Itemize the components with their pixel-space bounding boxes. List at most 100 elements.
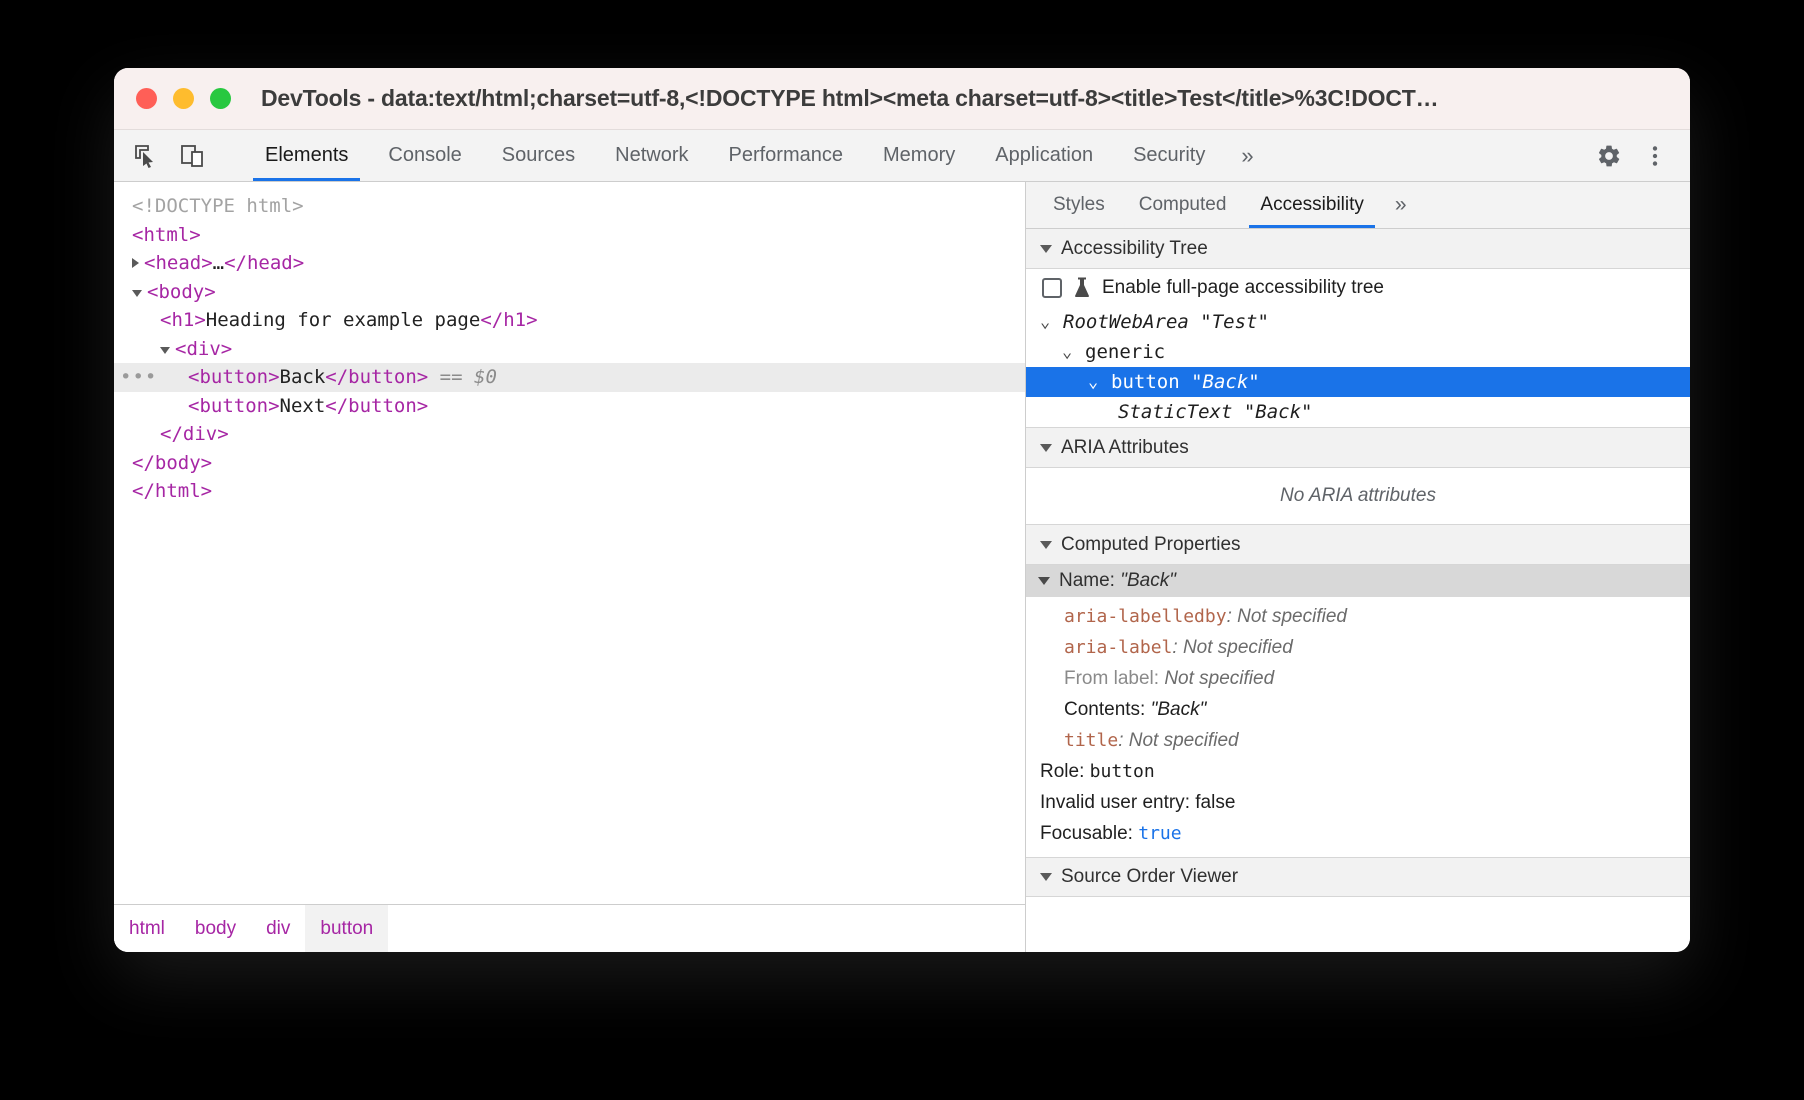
dom-tree[interactable]: <!DOCTYPE html> <html> <head>…</head> <b… xyxy=(114,182,1025,904)
zoom-window-button[interactable] xyxy=(210,88,231,109)
collapse-triangle-icon xyxy=(1040,444,1052,452)
property-key: aria-labelledby xyxy=(1064,606,1227,627)
property-value: "Back" xyxy=(1151,699,1207,720)
elements-panel: <!DOCTYPE html> <html> <head>…</head> <b… xyxy=(114,182,1026,952)
dom-line[interactable]: <body> xyxy=(114,278,1025,307)
tab-elements[interactable]: Elements xyxy=(245,130,368,181)
dom-tag-close: </button> xyxy=(325,395,428,417)
dom-line[interactable]: <h1>Heading for example page</h1> xyxy=(114,306,1025,335)
inspect-cursor-icon[interactable] xyxy=(126,136,166,176)
chevron-down-icon[interactable]: ⌄ xyxy=(1088,374,1104,391)
dom-tag-close: </body> xyxy=(132,452,212,474)
property-key: From label xyxy=(1064,668,1154,689)
computed-row-invalid-user-entry: Invalid user entry: false xyxy=(1026,787,1690,818)
computed-name-label: Name: xyxy=(1059,570,1115,592)
dom-dollar-zero: $0 xyxy=(474,366,497,388)
property-value: Not specified xyxy=(1183,637,1293,658)
close-window-button[interactable] xyxy=(136,88,157,109)
tab-memory[interactable]: Memory xyxy=(863,130,975,181)
dom-line[interactable]: <div> xyxy=(114,335,1025,364)
devtools-main-toolbar: Elements Console Sources Network Perform… xyxy=(114,130,1690,182)
property-value: Not specified xyxy=(1164,668,1274,689)
breadcrumb-item-button[interactable]: button xyxy=(305,905,388,952)
dom-line[interactable]: <head>…</head> xyxy=(114,249,1025,278)
dom-line[interactable]: <html> xyxy=(114,221,1025,250)
computed-row-aria-label: aria-label: Not specified xyxy=(1026,632,1690,663)
computed-row-focusable: Focusable: true xyxy=(1026,818,1690,849)
dom-line[interactable]: <button>Next</button> xyxy=(114,392,1025,421)
aria-attributes-body: No ARIA attributes xyxy=(1026,468,1690,525)
dom-line-selected[interactable]: •••<button>Back</button> == $0 xyxy=(114,363,1025,392)
panel-tabs: Elements Console Sources Network Perform… xyxy=(245,130,1270,181)
tab-network[interactable]: Network xyxy=(595,130,708,181)
computed-row-title: title: Not specified xyxy=(1026,725,1690,756)
computed-properties-header[interactable]: Computed Properties xyxy=(1026,525,1690,565)
source-order-viewer-title: Source Order Viewer xyxy=(1061,866,1238,888)
window-title: DevTools - data:text/html;charset=utf-8,… xyxy=(261,85,1438,112)
flask-icon xyxy=(1072,277,1092,299)
dom-text-node: Back xyxy=(280,366,326,388)
property-value: button xyxy=(1090,761,1155,782)
ax-node-button-selected[interactable]: ⌄ button "Back" xyxy=(1026,367,1690,397)
dom-text-node: Next xyxy=(280,395,326,417)
accessibility-tree-header[interactable]: Accessibility Tree xyxy=(1026,229,1690,269)
enable-full-page-ax-tree-checkbox[interactable] xyxy=(1042,278,1062,298)
dom-ellipsis: … xyxy=(213,252,224,274)
tab-application[interactable]: Application xyxy=(975,130,1113,181)
computed-properties-title: Computed Properties xyxy=(1061,534,1241,556)
traffic-light-buttons xyxy=(136,88,231,109)
device-toolbar-icon[interactable] xyxy=(172,136,212,176)
source-order-viewer-header[interactable]: Source Order Viewer xyxy=(1026,857,1690,897)
aria-attributes-header[interactable]: ARIA Attributes xyxy=(1026,428,1690,468)
dom-tag-close: </button> xyxy=(325,366,428,388)
devtools-body: <!DOCTYPE html> <html> <head>…</head> <b… xyxy=(114,182,1690,952)
more-tabs-icon[interactable]: » xyxy=(1225,130,1269,181)
ax-node-role: RootWebArea xyxy=(1063,311,1189,333)
breadcrumb-item-body[interactable]: body xyxy=(180,905,251,952)
accessibility-tree-body: Enable full-page accessibility tree ⌄ Ro… xyxy=(1026,269,1690,428)
ax-node-name: "Test" xyxy=(1200,311,1269,333)
sidebar-more-tabs-icon[interactable]: » xyxy=(1381,182,1421,228)
enable-full-page-ax-tree-row[interactable]: Enable full-page accessibility tree xyxy=(1026,269,1690,307)
tab-sources[interactable]: Sources xyxy=(482,130,595,181)
node-badge-ellipsis-icon[interactable]: ••• xyxy=(120,363,157,392)
aria-attributes-title: ARIA Attributes xyxy=(1061,437,1189,459)
gear-icon[interactable] xyxy=(1588,135,1630,177)
dom-line[interactable]: </html> xyxy=(114,477,1025,506)
tab-security[interactable]: Security xyxy=(1113,130,1225,181)
toolbar-right-icons xyxy=(1588,130,1690,181)
tab-styles[interactable]: Styles xyxy=(1036,182,1122,228)
collapse-triangle-icon xyxy=(1040,541,1052,549)
tab-console[interactable]: Console xyxy=(368,130,481,181)
dom-tag-open: <div> xyxy=(175,338,232,360)
collapse-triangle-icon[interactable] xyxy=(132,290,142,297)
kebab-menu-icon[interactable] xyxy=(1634,135,1676,177)
breadcrumb-item-html[interactable]: html xyxy=(114,905,180,952)
dom-tag-open: <h1> xyxy=(160,309,206,331)
ax-node-statictext[interactable]: StaticText "Back" xyxy=(1026,397,1690,427)
tab-accessibility[interactable]: Accessibility xyxy=(1243,182,1380,228)
collapse-triangle-icon[interactable] xyxy=(160,347,170,354)
breadcrumb-item-div[interactable]: div xyxy=(251,905,305,952)
property-key: Focusable xyxy=(1040,823,1128,844)
dom-line[interactable]: </div> xyxy=(114,420,1025,449)
ax-node-role: generic xyxy=(1085,341,1165,363)
property-key: title xyxy=(1064,730,1118,751)
computed-properties-body: Name: "Back" aria-labelledby: Not specif… xyxy=(1026,565,1690,857)
dom-line[interactable]: <!DOCTYPE html> xyxy=(114,192,1025,221)
computed-name-row[interactable]: Name: "Back" xyxy=(1026,565,1690,597)
dom-line[interactable]: </body> xyxy=(114,449,1025,478)
chevron-down-icon[interactable]: ⌄ xyxy=(1062,344,1078,361)
property-key: Role xyxy=(1040,761,1079,782)
dom-doctype: <!DOCTYPE html> xyxy=(132,195,304,217)
chevron-down-icon[interactable]: ⌄ xyxy=(1040,314,1056,331)
tab-computed[interactable]: Computed xyxy=(1122,182,1244,228)
ax-node-rootwebarea[interactable]: ⌄ RootWebArea "Test" xyxy=(1026,307,1690,337)
minimize-window-button[interactable] xyxy=(173,88,194,109)
ax-node-tree[interactable]: ⌄ RootWebArea "Test" ⌄ generic ⌄ button xyxy=(1026,307,1690,427)
expand-triangle-icon[interactable] xyxy=(132,258,139,268)
dom-tag-close: </div> xyxy=(160,423,229,445)
ax-node-generic[interactable]: ⌄ generic xyxy=(1026,337,1690,367)
tab-performance[interactable]: Performance xyxy=(709,130,864,181)
property-key: Invalid user entry xyxy=(1040,792,1185,813)
